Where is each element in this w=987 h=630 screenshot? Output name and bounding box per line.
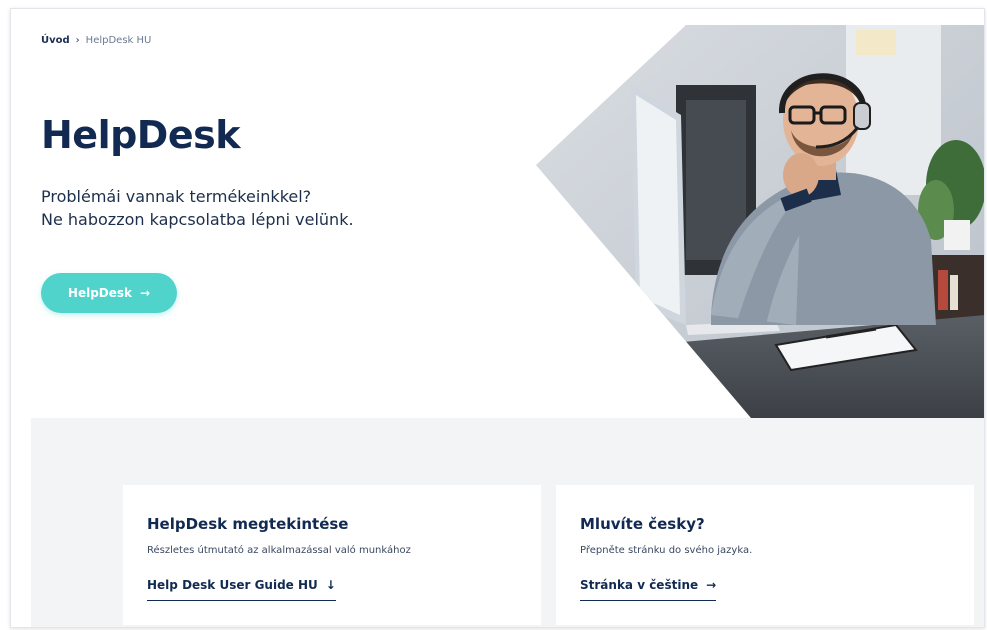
arrow-right-icon: → (140, 286, 151, 300)
czech-page-link[interactable]: Stránka v češtine → (580, 578, 717, 601)
card-title: HelpDesk megtekintése (147, 515, 349, 533)
hero-image-support-agent (536, 25, 984, 418)
breadcrumb-home-link[interactable]: Úvod (41, 35, 70, 46)
page-frame: Úvod › HelpDesk HU HelpDesk Problémái va… (10, 8, 985, 628)
card-title: Mluvíte česky? (580, 515, 705, 533)
arrow-down-icon: ↓ (325, 578, 336, 592)
card-czech-language: Mluvíte česky? Přepněte stránku do svého… (556, 485, 974, 625)
card-helpdesk-guide: HelpDesk megtekintése Részletes útmutató… (123, 485, 541, 625)
hero-subtitle: Problémái vannak termékeinkkel? Ne haboz… (41, 185, 354, 231)
link-label: Stránka v češtine (580, 578, 699, 592)
breadcrumb-separator-icon: › (75, 35, 80, 46)
card-description: Přepněte stránku do svého jazyka. (580, 545, 753, 556)
breadcrumb: Úvod › HelpDesk HU (41, 35, 151, 46)
card-description: Részletes útmutató az alkalmazással való… (147, 545, 411, 556)
hero-subtitle-line-1: Problémái vannak termékeinkkel? (41, 187, 312, 206)
breadcrumb-current: HelpDesk HU (85, 35, 152, 46)
page-title: HelpDesk (41, 113, 241, 157)
hero-subtitle-line-2: Ne habozzon kapcsolatba lépni velünk. (41, 210, 354, 229)
helpdesk-button[interactable]: HelpDesk → (41, 273, 177, 313)
link-label: Help Desk User Guide HU (147, 578, 318, 592)
info-section: HelpDesk megtekintése Részletes útmutató… (31, 418, 984, 627)
user-guide-download-link[interactable]: Help Desk User Guide HU ↓ (147, 578, 336, 601)
arrow-right-icon: → (706, 578, 717, 592)
helpdesk-button-label: HelpDesk (67, 286, 133, 300)
